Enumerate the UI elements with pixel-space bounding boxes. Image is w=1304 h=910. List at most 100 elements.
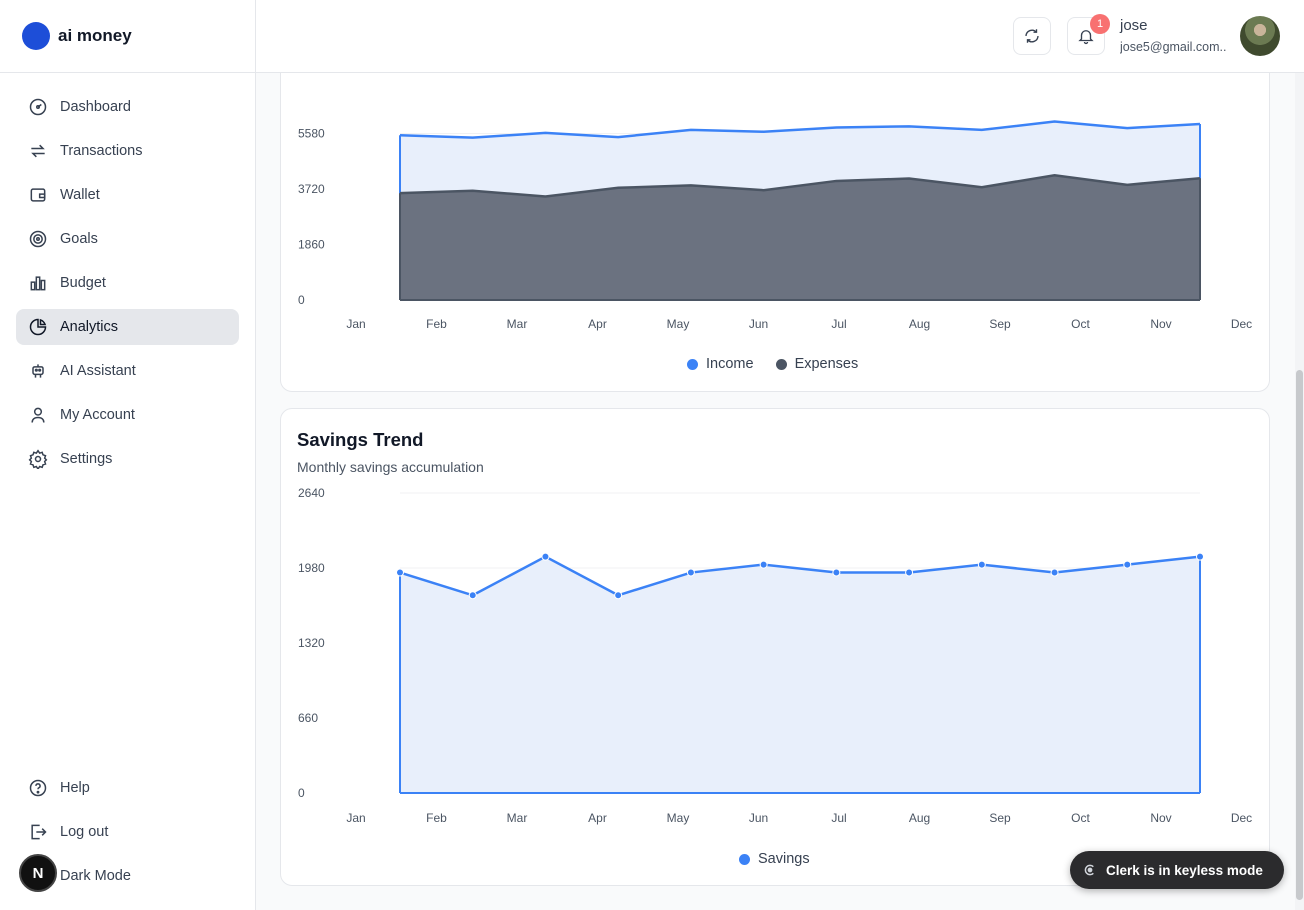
y-tick-label: 1860 xyxy=(298,238,325,252)
x-tick-label: May xyxy=(667,317,690,331)
x-tick-label: Aug xyxy=(909,811,930,825)
legend-label: Expenses xyxy=(794,356,859,372)
legend-swatch xyxy=(739,853,750,865)
x-tick-label: Dec xyxy=(1231,317,1252,331)
y-tick-label: 0 xyxy=(298,293,305,307)
savings-trend-chart: 0 660 1320 1980 2640 Jan Feb Mar Apr May Jun Jul Aug… xyxy=(298,486,1252,825)
sidebar-item-label: Dark Mode xyxy=(60,868,131,884)
sidebar-item-label: Analytics xyxy=(60,319,119,335)
income-expenses-card: 0 1860 3720 5580 Jan Feb Mar Apr May Jun Jul Aug Sep… xyxy=(280,30,1270,392)
x-tick-label: Feb xyxy=(426,811,447,825)
brand[interactable]: ai money xyxy=(0,0,255,73)
x-tick-label: Mar xyxy=(507,317,528,331)
data-point xyxy=(832,568,841,577)
y-tick-label: 1320 xyxy=(298,636,325,650)
avatar[interactable] xyxy=(1240,16,1280,56)
x-tick-label: Feb xyxy=(426,317,447,331)
sidebar-item-label: Transactions xyxy=(60,143,143,159)
clerk-keyless-toast[interactable]: Clerk is in keyless mode xyxy=(1070,851,1284,889)
sidebar-item-label: Help xyxy=(60,780,90,796)
sidebar-item-label: Settings xyxy=(60,451,113,467)
y-tick-label: 2640 xyxy=(298,486,325,500)
series-area-savings xyxy=(400,556,1200,793)
refresh-button[interactable] xyxy=(1013,17,1051,55)
sidebar-item-my-account[interactable]: My Account xyxy=(16,397,239,433)
sidebar-item-help[interactable]: Help xyxy=(16,770,239,806)
pie-chart-icon xyxy=(29,318,47,336)
x-tick-label: Oct xyxy=(1071,811,1090,825)
logout-icon xyxy=(31,824,47,840)
x-tick-label: Mar xyxy=(507,811,528,825)
x-tick-label: Sep xyxy=(989,317,1011,331)
data-point xyxy=(905,568,914,577)
sidebar-item-budget[interactable]: Budget xyxy=(16,265,239,301)
legend-item-expenses[interactable]: Expenses xyxy=(775,356,859,372)
x-tick-label: Jan xyxy=(346,317,365,331)
x-tick-label: Oct xyxy=(1071,317,1090,331)
target-icon xyxy=(29,230,47,248)
sidebar-item-logout[interactable]: Log out xyxy=(16,814,239,850)
sidebar-item-label: Wallet xyxy=(60,187,100,203)
income-expenses-chart: 0 1860 3720 5580 Jan Feb Mar Apr May Jun Jul Aug Sep… xyxy=(298,120,1252,331)
sidebar-item-dashboard[interactable]: Dashboard xyxy=(16,89,239,125)
savings-legend: Savings xyxy=(739,851,832,867)
arrows-icon xyxy=(31,144,45,158)
sidebar-item-label: AI Assistant xyxy=(60,363,136,379)
notification-count-badge: 1 xyxy=(1090,14,1110,34)
sidebar-item-ai-assistant[interactable]: AI Assistant xyxy=(16,353,239,389)
sidebar-item-label: Dashboard xyxy=(60,99,131,115)
y-tick-label: 5580 xyxy=(298,127,325,141)
sidebar-item-analytics[interactable]: Analytics xyxy=(16,309,239,345)
data-point xyxy=(1123,560,1132,569)
legend-label: Income xyxy=(706,356,754,372)
wallet-icon xyxy=(30,188,46,202)
scrollbar-thumb[interactable] xyxy=(1296,370,1303,900)
sidebar-item-goals[interactable]: Goals xyxy=(16,221,239,257)
y-tick-label: 3720 xyxy=(298,182,325,196)
sidebar-item-label: Log out xyxy=(60,824,109,840)
x-tick-label: Jun xyxy=(749,317,768,331)
x-tick-label: Jul xyxy=(831,317,846,331)
bot-icon xyxy=(32,364,44,378)
sidebar-item-transactions[interactable]: Transactions xyxy=(16,133,239,169)
sidebar-item-settings[interactable]: Settings xyxy=(16,441,239,477)
savings-trend-card: Savings Trend Monthly savings accumulati… xyxy=(280,408,1270,886)
x-tick-label: Nov xyxy=(1150,317,1171,331)
y-tick-label: 0 xyxy=(298,786,305,800)
legend-swatch xyxy=(687,358,698,370)
data-point xyxy=(1196,552,1204,561)
data-point xyxy=(541,552,550,561)
sidebar-item-label: Goals xyxy=(60,231,98,247)
data-point xyxy=(614,591,623,600)
data-point xyxy=(977,560,986,569)
income-expenses-legend: Income Expenses xyxy=(687,356,880,372)
x-tick-label: Jun xyxy=(749,811,768,825)
y-tick-label: 1980 xyxy=(298,561,325,575)
x-tick-label: Dec xyxy=(1231,811,1252,825)
data-point xyxy=(759,560,768,569)
clerk-toast-label: Clerk is in keyless mode xyxy=(1106,862,1263,878)
brand-name: ai money xyxy=(58,26,132,45)
user-email: jose5@gmail.com.. xyxy=(1120,40,1227,54)
refresh-icon xyxy=(1025,29,1039,43)
brand-logo xyxy=(22,22,50,50)
gauge-icon xyxy=(29,98,47,116)
clerk-icon xyxy=(1084,864,1094,876)
sidebar-item-label: Budget xyxy=(60,275,106,291)
sidebar-item-wallet[interactable]: Wallet xyxy=(16,177,239,213)
data-point xyxy=(396,568,404,577)
sidebar: ai money Dashboard Transactions Wallet G… xyxy=(0,0,256,910)
notifications-button[interactable]: 1 xyxy=(1067,14,1110,55)
legend-label: Savings xyxy=(758,851,810,867)
y-tick-label: 660 xyxy=(298,711,318,725)
help-icon xyxy=(29,779,47,797)
legend-item-savings[interactable]: Savings xyxy=(739,851,810,867)
legend-swatch xyxy=(775,358,787,370)
x-tick-label: Aug xyxy=(909,317,930,331)
user-name[interactable]: jose xyxy=(1120,17,1148,34)
sidebar-nav: Dashboard Transactions Wallet Goals Budg… xyxy=(16,89,239,485)
dev-badge[interactable]: N xyxy=(19,854,57,892)
legend-item-income[interactable]: Income xyxy=(687,356,754,372)
x-tick-label: Apr xyxy=(588,811,607,825)
bar-chart-icon xyxy=(30,276,46,291)
